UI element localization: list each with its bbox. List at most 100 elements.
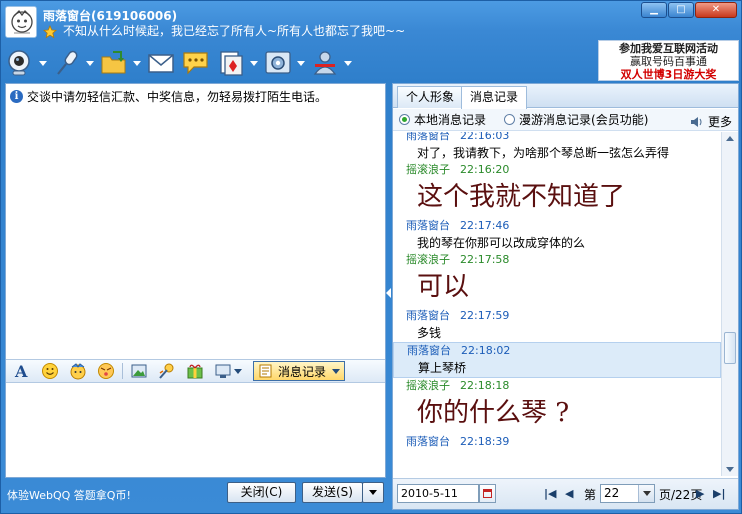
folder-icon: [101, 51, 126, 74]
contact-avatar[interactable]: [5, 6, 37, 38]
message-input[interactable]: [6, 384, 385, 477]
more-button[interactable]: 更多: [690, 113, 732, 130]
history-date-field[interactable]: 2010-5-11: [397, 484, 479, 503]
prev-page-icon[interactable]: ◀: [565, 487, 573, 500]
message-sender: 雨落窗台: [406, 309, 450, 322]
history-message[interactable]: 雨落窗台 22:17:46 我的琴在你那可以改成穿体的么: [393, 218, 721, 252]
main-toolbar: [5, 43, 357, 83]
message-record-dropdown-icon[interactable]: [332, 368, 341, 374]
side-panel-tabs: 个人形象 消息记录: [393, 84, 738, 109]
message-header: 雨落窗台 22:18:39: [393, 434, 721, 450]
shake-icon: [159, 363, 174, 379]
send-options-button[interactable]: [362, 482, 384, 503]
last-page-icon[interactable]: ▶|: [713, 487, 725, 500]
sms-button[interactable]: [181, 48, 211, 78]
ad-line-2: 赢取号码百事通: [630, 55, 707, 68]
message-header: 摇滚浪子 22:17:58: [393, 252, 721, 268]
screen-capture-icon: [215, 364, 231, 378]
file-transfer-button[interactable]: [99, 48, 141, 78]
mail-button[interactable]: [146, 48, 176, 78]
history-message[interactable]: 雨落窗台 22:18:39: [393, 434, 721, 450]
history-message[interactable]: 摇滚浪子 22:17:58 可以: [393, 252, 721, 308]
emoticon-button[interactable]: [41, 362, 59, 380]
message-time: 22:18:18: [460, 379, 510, 392]
chat-panel: i 交谈中请勿轻信汇款、中奖信息，勿轻易拨打陌生电话。 A 消息记录: [5, 83, 386, 478]
roaming-history-radio[interactable]: [504, 114, 516, 125]
message-header: 雨落窗台 22:17:46: [393, 218, 721, 234]
calendar-button[interactable]: [479, 484, 496, 503]
message-text: 这个我就不知道了: [417, 182, 626, 212]
settings-icon: [265, 51, 291, 74]
message-history-list: 雨落窗台 22:16:03 对了，我请教下，为啥那个琴总断一弦怎么弄得 摇滚浪子 22:…: [393, 132, 721, 476]
settings-button[interactable]: [263, 48, 305, 78]
window-controls: ▁ □ ✕: [640, 2, 737, 18]
page-number-select[interactable]: 22: [600, 484, 655, 503]
ad-line-3: 双人世博3日游大奖: [620, 68, 717, 81]
record-icon: [259, 364, 272, 378]
next-page-icon[interactable]: ▶: [696, 487, 704, 500]
scribble-button[interactable]: [97, 362, 115, 380]
history-message[interactable]: 摇滚浪子 22:18:18 你的什么琴 ?: [393, 378, 721, 434]
gift-button[interactable]: [186, 362, 204, 380]
apps-dropdown-icon[interactable]: [250, 60, 258, 66]
maximize-button[interactable]: □: [668, 2, 694, 18]
message-time: 22:16:20: [460, 163, 510, 176]
message-header: 摇滚浪子 22:18:18: [393, 378, 721, 394]
settings-dropdown-icon[interactable]: [297, 60, 305, 66]
scroll-thumb[interactable]: [724, 332, 736, 364]
collapse-panel-icon[interactable]: [386, 288, 391, 298]
message-sender: 摇滚浪子: [406, 253, 450, 266]
qq-chat-window: 雨落窗台(619106006) 不知从什么时候起，我已经忘了所有人~所有人也都忘…: [0, 0, 742, 514]
magic-emoticon-button[interactable]: [69, 362, 87, 380]
webcam-icon: [8, 50, 30, 76]
capture-button[interactable]: [214, 362, 242, 380]
magic-face-icon: [70, 363, 86, 380]
page-dropdown-icon[interactable]: [638, 485, 654, 502]
message-time: 22:17:46: [460, 219, 510, 232]
security-notice: i 交谈中请勿轻信汇款、中奖信息，勿轻易拨打陌生电话。: [10, 88, 327, 105]
message-header: 雨落窗台 22:16:03: [393, 132, 721, 144]
history-message[interactable]: 雨落窗台 22:18:02 算上琴桥: [393, 342, 721, 378]
tab-message-history[interactable]: 消息记录: [461, 86, 528, 109]
mail-icon: [148, 54, 174, 73]
message-record-button[interactable]: 消息记录: [253, 361, 346, 381]
more-tools-icon: [313, 51, 337, 75]
font-icon: A: [14, 362, 28, 380]
voice-dropdown-icon[interactable]: [86, 60, 94, 66]
webqq-promo-link[interactable]: 体验WebQQ 答题拿Q币!: [7, 487, 131, 503]
webcam-button[interactable]: [5, 48, 47, 78]
local-history-radio[interactable]: [399, 114, 410, 125]
apps-button[interactable]: [216, 48, 258, 78]
message-text: 对了，我请教下，为啥那个琴总断一弦怎么弄得: [417, 146, 670, 160]
history-message[interactable]: 摇滚浪子 22:16:20 这个我就不知道了: [393, 162, 721, 218]
history-message[interactable]: 雨落窗台 22:17:59 多钱: [393, 308, 721, 342]
close-chat-button[interactable]: 关闭(C): [227, 482, 296, 503]
svg-text:A: A: [14, 362, 28, 380]
screenshot-button[interactable]: [130, 362, 148, 380]
close-window-button[interactable]: ✕: [695, 2, 737, 18]
minimize-button[interactable]: ▁: [641, 2, 667, 18]
file-dropdown-icon[interactable]: [133, 60, 141, 66]
message-time: 22:18:39: [460, 435, 510, 448]
history-scrollbar[interactable]: [721, 132, 738, 476]
more-tools-dropdown-icon[interactable]: [344, 60, 352, 66]
webcam-dropdown-icon[interactable]: [39, 60, 47, 66]
first-page-icon[interactable]: |◀: [544, 487, 556, 500]
history-message[interactable]: 雨落窗台 22:16:03 对了，我请教下，为啥那个琴总断一弦怎么弄得: [393, 132, 721, 162]
image-icon: [131, 364, 147, 378]
send-button[interactable]: 发送(S): [302, 482, 363, 503]
message-time: 22:16:03: [460, 132, 510, 142]
font-button[interactable]: A: [13, 362, 31, 380]
scroll-down-icon[interactable]: [726, 467, 734, 472]
more-tools-button[interactable]: [310, 48, 352, 78]
advertisement-banner[interactable]: 参加我爱互联网活动 赢取号码百事通 双人世博3日游大奖: [598, 40, 739, 81]
message-text: 算上琴桥: [418, 361, 467, 375]
tab-profile[interactable]: 个人形象: [397, 86, 464, 108]
scroll-up-icon[interactable]: [726, 136, 734, 141]
calendar-icon: [483, 489, 492, 498]
shake-button[interactable]: [158, 362, 176, 380]
more-label: 更多: [707, 115, 732, 129]
capture-dropdown-icon[interactable]: [234, 368, 242, 374]
voice-button[interactable]: [52, 48, 94, 78]
gift-icon: [187, 364, 203, 379]
